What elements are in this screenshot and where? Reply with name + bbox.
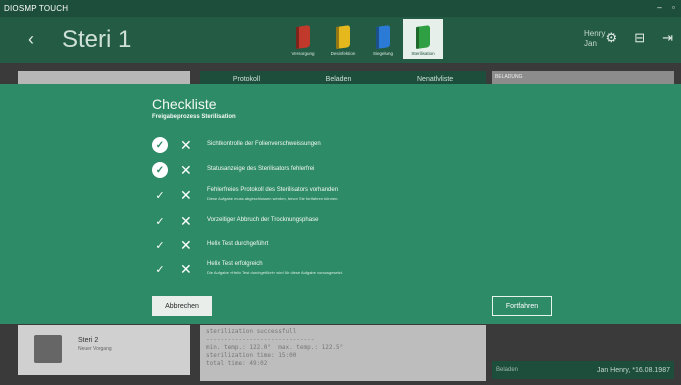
page-title: Steri 1 bbox=[62, 26, 132, 53]
process-nav: Versorgung Desinfektion Siegelung Steril… bbox=[283, 19, 443, 59]
checklist-item-note: Diese Aufgabe muss abgeschlossen werden,… bbox=[207, 196, 339, 201]
maximize-button[interactable]: ▫ bbox=[672, 3, 675, 12]
book-yellow-icon bbox=[336, 25, 350, 49]
checklist-item: ✓ ✕ Vorzeitiger Abbruch der Trocknungsph… bbox=[152, 212, 552, 230]
tab-label: Sterilisation bbox=[411, 51, 435, 56]
cancel-button[interactable]: Abbrechen bbox=[152, 296, 212, 316]
user-last-name: Jan bbox=[584, 39, 597, 48]
checklist-item: ✓ ✕ Sichtkontrolle der Folienverschweiss… bbox=[152, 136, 552, 154]
list-item[interactable]: Steri 2 Neuer Vorgang bbox=[18, 325, 190, 375]
tab-desinfektion[interactable]: Desinfektion bbox=[323, 19, 363, 59]
checklist-item: ✓ ✕ Fehlerfreies Protokoll des Sterilisa… bbox=[152, 186, 552, 204]
cross-icon[interactable]: ✕ bbox=[180, 186, 192, 204]
minus-square-icon[interactable]: ⊟ bbox=[634, 30, 645, 46]
patient-info: Jan Henry, *16.08.1987 bbox=[596, 366, 670, 374]
check-icon[interactable]: ✓ bbox=[152, 187, 168, 203]
tab-siegelung[interactable]: Siegelung bbox=[363, 19, 403, 59]
cross-icon[interactable]: ✕ bbox=[180, 161, 192, 179]
cross-icon[interactable]: ✕ bbox=[180, 212, 192, 230]
dialog-subtitle: Freigabeprozess Sterilisation bbox=[152, 114, 236, 120]
checklist-item: ✓ ✕ Statusanzeige des Sterilisators fehl… bbox=[152, 161, 552, 179]
tab-sterilisation[interactable]: Sterilisation bbox=[403, 19, 443, 59]
check-icon[interactable]: ✓ bbox=[152, 213, 168, 229]
back-icon[interactable]: ‹ bbox=[28, 29, 34, 50]
check-icon[interactable]: ✓ bbox=[152, 261, 168, 277]
sterilizer-icon bbox=[34, 335, 62, 363]
gear-icon[interactable]: ⚙ bbox=[606, 30, 618, 46]
checklist-item-label: Statusanzeige des Sterilisators fehlerfr… bbox=[207, 166, 315, 172]
logout-icon[interactable]: ⇥ bbox=[662, 30, 673, 46]
cross-icon[interactable]: ✕ bbox=[180, 136, 192, 154]
checklist-item: ✓ ✕ Helix Test durchgeführt bbox=[152, 236, 552, 254]
title-bar: DIOSMP TOUCH – ▫ bbox=[0, 0, 681, 17]
checklist-item-label: Vorzeitiger Abbruch der Trocknungsphase bbox=[207, 217, 319, 223]
left-panel-header bbox=[18, 71, 190, 85]
tab-label: Desinfektion bbox=[330, 51, 356, 56]
minimize-button[interactable]: – bbox=[657, 3, 662, 12]
check-circle-icon[interactable]: ✓ bbox=[152, 162, 168, 178]
continue-button[interactable]: Fortfahren bbox=[492, 296, 552, 316]
checklist-item-label: Helix Test durchgeführt bbox=[207, 241, 269, 247]
protocol-console: sterilization successfull --------------… bbox=[200, 325, 486, 381]
checklist-item-label: Helix Test erfolgreich bbox=[207, 261, 263, 267]
book-green-icon bbox=[416, 25, 430, 49]
checklist-item: ✓ ✕ Helix Test erfolgreich Die Aufgabe »… bbox=[152, 260, 552, 278]
check-icon[interactable]: ✓ bbox=[152, 237, 168, 253]
check-circle-icon[interactable]: ✓ bbox=[152, 137, 168, 153]
book-blue-icon bbox=[376, 25, 390, 49]
book-red-icon bbox=[296, 25, 310, 49]
list-item-subtitle: Neuer Vorgang bbox=[78, 346, 112, 352]
tab-label: Siegelung bbox=[372, 51, 394, 56]
window-title: DIOSMP TOUCH bbox=[4, 4, 69, 13]
tab-nenatlvliste[interactable]: Nenatlvliste bbox=[417, 76, 453, 83]
dialog-title: Checkliste bbox=[152, 96, 217, 112]
tab-label: Versorgung bbox=[291, 51, 315, 56]
loading-panel-header: BELADUNG bbox=[492, 71, 674, 85]
tab-versorgung[interactable]: Versorgung bbox=[283, 19, 323, 59]
app-header: ‹ Steri 1 Versorgung Desinfektion Siegel… bbox=[0, 17, 681, 63]
status-left: Beladen bbox=[496, 367, 519, 373]
list-item-title: Steri 2 bbox=[78, 337, 99, 344]
user-name: Henry Jan bbox=[584, 29, 605, 49]
status-bar: Beladen Jan Henry, *16.08.1987 bbox=[492, 361, 674, 379]
tab-beladen[interactable]: Beladen bbox=[326, 76, 352, 83]
checklist-item-label: Sichtkontrolle der Folienverschweissunge… bbox=[207, 141, 321, 147]
tab-protokoll[interactable]: Protokoll bbox=[233, 76, 260, 83]
checklist-dialog: Checkliste Freigabeprozess Sterilisation… bbox=[0, 84, 681, 324]
user-first-name: Henry bbox=[584, 29, 606, 38]
cross-icon[interactable]: ✕ bbox=[180, 260, 192, 278]
checklist-item-label: Fehlerfreies Protokoll des Sterilisators… bbox=[207, 187, 339, 193]
checklist-item-note: Die Aufgabe »Helix Test durchgeführt« wi… bbox=[207, 270, 344, 275]
cross-icon[interactable]: ✕ bbox=[180, 236, 192, 254]
